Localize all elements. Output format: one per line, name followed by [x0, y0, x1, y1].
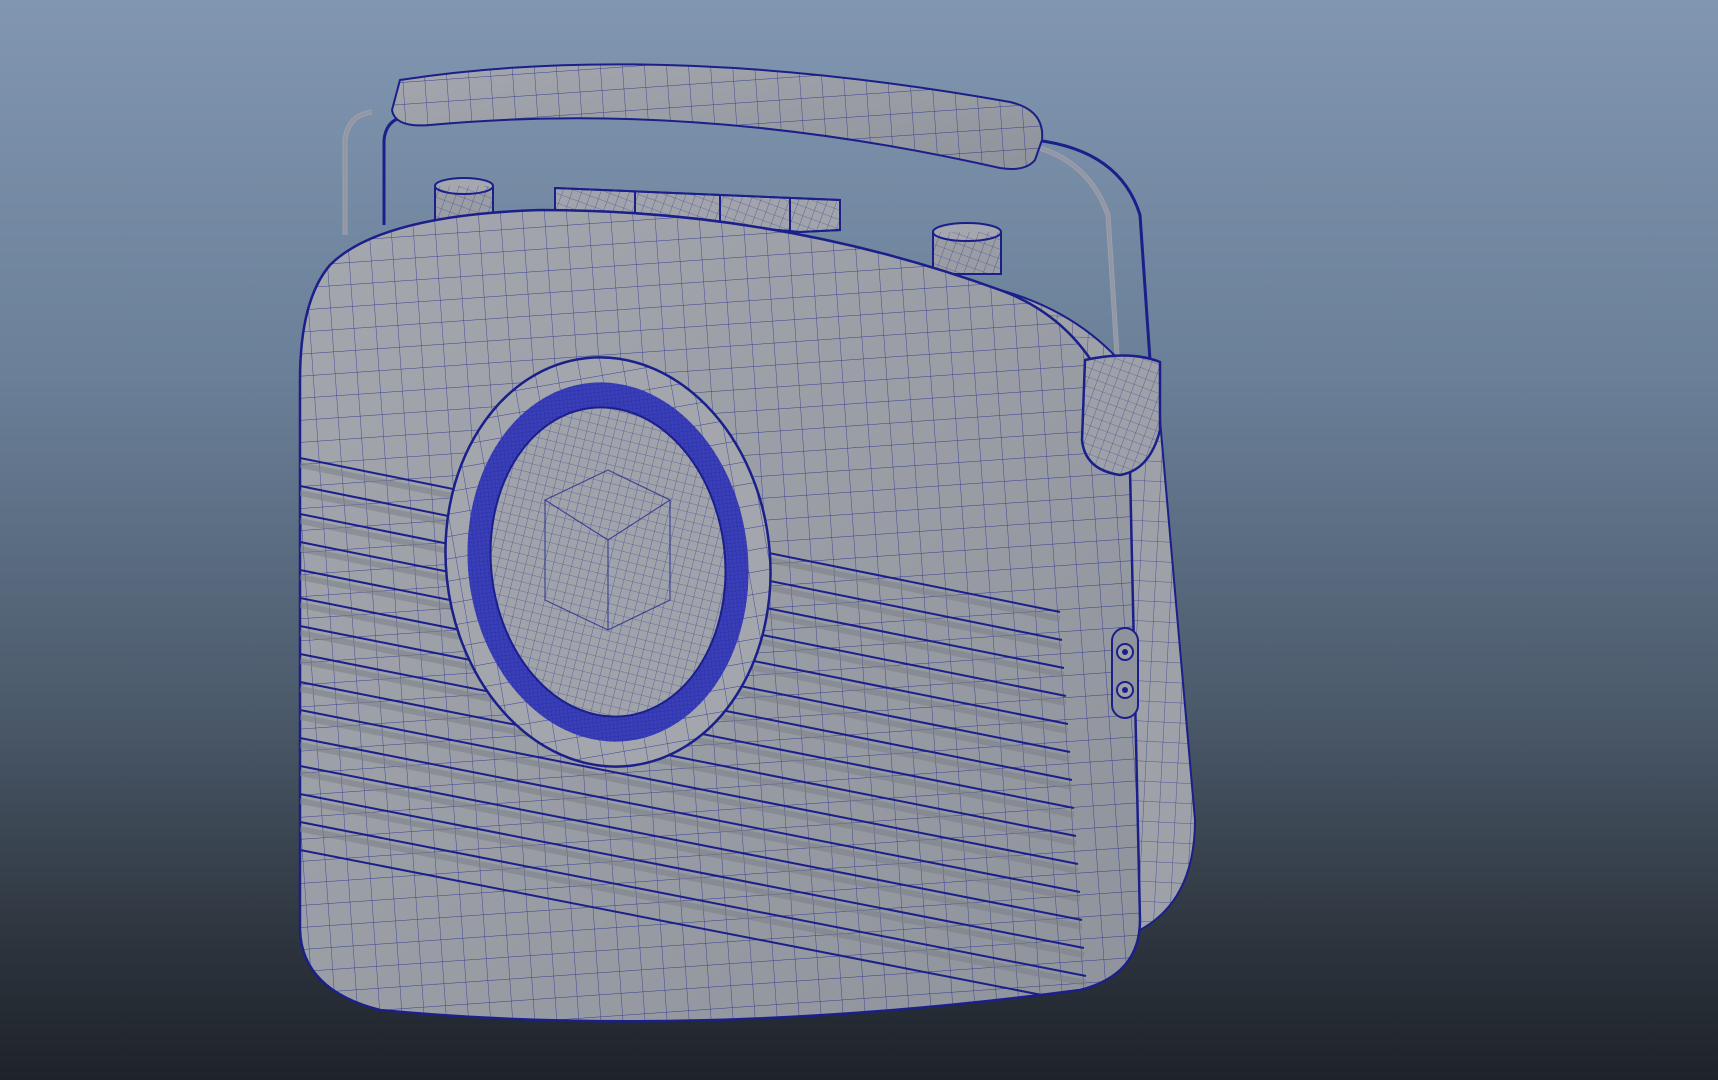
handle-grip	[390, 63, 1044, 170]
right-knob	[932, 222, 1002, 275]
side-input-jacks	[1111, 627, 1139, 719]
3d-viewport[interactable]	[0, 0, 1718, 1080]
handle-bracket	[1080, 354, 1162, 477]
radio-model[interactable]	[0, 0, 1718, 1080]
